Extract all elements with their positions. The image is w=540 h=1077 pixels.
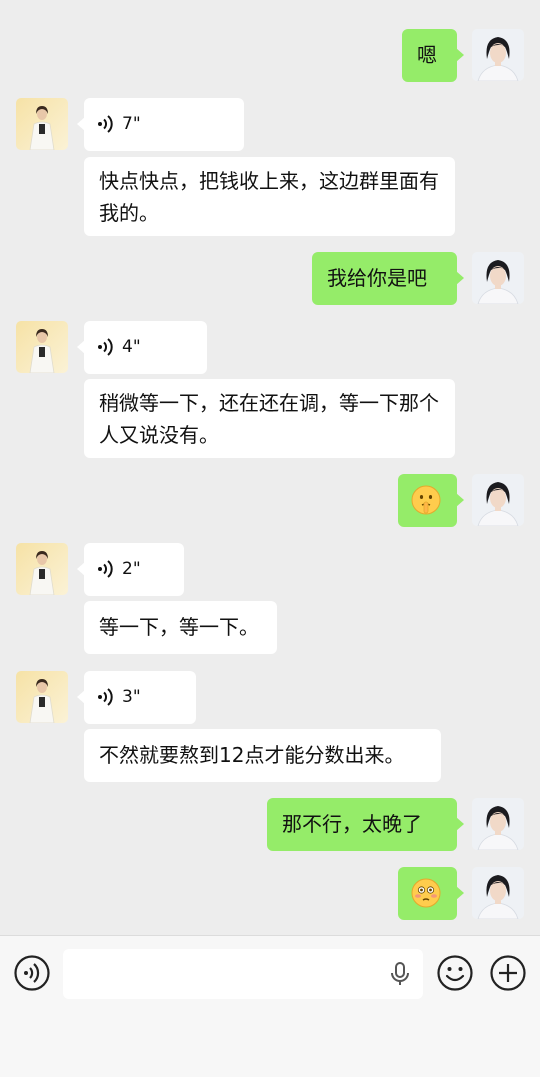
message-row: 嗯 <box>0 29 540 82</box>
message-row: 2" <box>0 543 540 596</box>
voice-duration: 7" <box>122 114 141 134</box>
shushing-face-icon <box>411 485 441 515</box>
message-bubble[interactable]: 快点快点，把钱收上来，这边群里面有我的。 <box>84 157 455 236</box>
voice-message-bubble[interactable]: 2" <box>77 543 184 596</box>
message-bubble[interactable]: 嗯 <box>402 29 464 82</box>
message-row: 稍微等一下，还在还在调，等一下那个人又说没有。 <box>0 379 540 458</box>
emoji-icon[interactable] <box>436 954 474 992</box>
message-text: 快点快点，把钱收上来，这边群里面有我的。 <box>99 169 439 225</box>
message-text: 稍微等一下，还在还在调，等一下那个人又说没有。 <box>99 391 439 447</box>
message-bubble[interactable]: 等一下，等一下。 <box>84 601 277 654</box>
message-text: 等一下，等一下。 <box>99 615 259 639</box>
voice-wave-icon <box>98 560 113 578</box>
voice-duration: 2" <box>122 559 141 579</box>
message-text: 嗯 <box>417 43 437 67</box>
message-row: 快点快点，把钱收上来，这边群里面有我的。 <box>0 157 540 236</box>
self-avatar[interactable] <box>472 474 524 526</box>
voice-message-bubble[interactable]: 7" <box>77 98 244 151</box>
voice-message-bubble[interactable]: 4" <box>77 321 207 374</box>
message-row: 那不行，太晚了 <box>0 798 540 851</box>
message-text: 不然就要熬到12点才能分数出来。 <box>99 743 405 767</box>
self-avatar[interactable] <box>472 252 524 304</box>
message-row: 不然就要熬到12点才能分数出来。 <box>0 729 540 782</box>
message-text: 我给你是吧 <box>327 266 427 290</box>
message-row <box>0 867 540 920</box>
chat-area: 嗯 7" 快点快点，把钱收上来，这边群里面有我的。我给你是吧 4" 稍微等一下，还在还在… <box>0 0 540 935</box>
voice-duration: 4" <box>122 337 141 357</box>
voice-wave-icon <box>98 115 113 133</box>
message-bubble[interactable]: 稍微等一下，还在还在调，等一下那个人又说没有。 <box>84 379 455 458</box>
voice-wave-icon <box>98 688 113 706</box>
contact-avatar[interactable] <box>16 321 68 373</box>
contact-avatar[interactable] <box>16 671 68 723</box>
voice-duration: 3" <box>122 687 141 707</box>
flushed-face-icon <box>411 878 441 908</box>
message-row <box>0 474 540 527</box>
microphone-icon[interactable] <box>387 961 413 987</box>
input-bar <box>0 935 540 1077</box>
emoji-message-bubble[interactable] <box>398 474 464 527</box>
message-row: 我给你是吧 <box>0 252 540 305</box>
message-bubble[interactable]: 不然就要熬到12点才能分数出来。 <box>84 729 441 782</box>
emoji-message-bubble[interactable] <box>398 867 464 920</box>
voice-message-bubble[interactable]: 3" <box>77 671 196 724</box>
contact-avatar[interactable] <box>16 543 68 595</box>
message-row: 4" <box>0 321 540 374</box>
message-row: 等一下，等一下。 <box>0 601 540 654</box>
voice-input-icon[interactable] <box>13 954 51 992</box>
self-avatar[interactable] <box>472 29 524 81</box>
message-bubble[interactable]: 我给你是吧 <box>312 252 464 305</box>
message-input[interactable] <box>63 949 423 999</box>
voice-wave-icon <box>98 338 113 356</box>
self-avatar[interactable] <box>472 798 524 850</box>
plus-icon[interactable] <box>489 954 527 992</box>
message-text: 那不行，太晚了 <box>282 812 422 836</box>
message-bubble[interactable]: 那不行，太晚了 <box>267 798 464 851</box>
self-avatar[interactable] <box>472 867 524 919</box>
message-row: 7" <box>0 98 540 151</box>
contact-avatar[interactable] <box>16 98 68 150</box>
message-row: 3" <box>0 671 540 724</box>
